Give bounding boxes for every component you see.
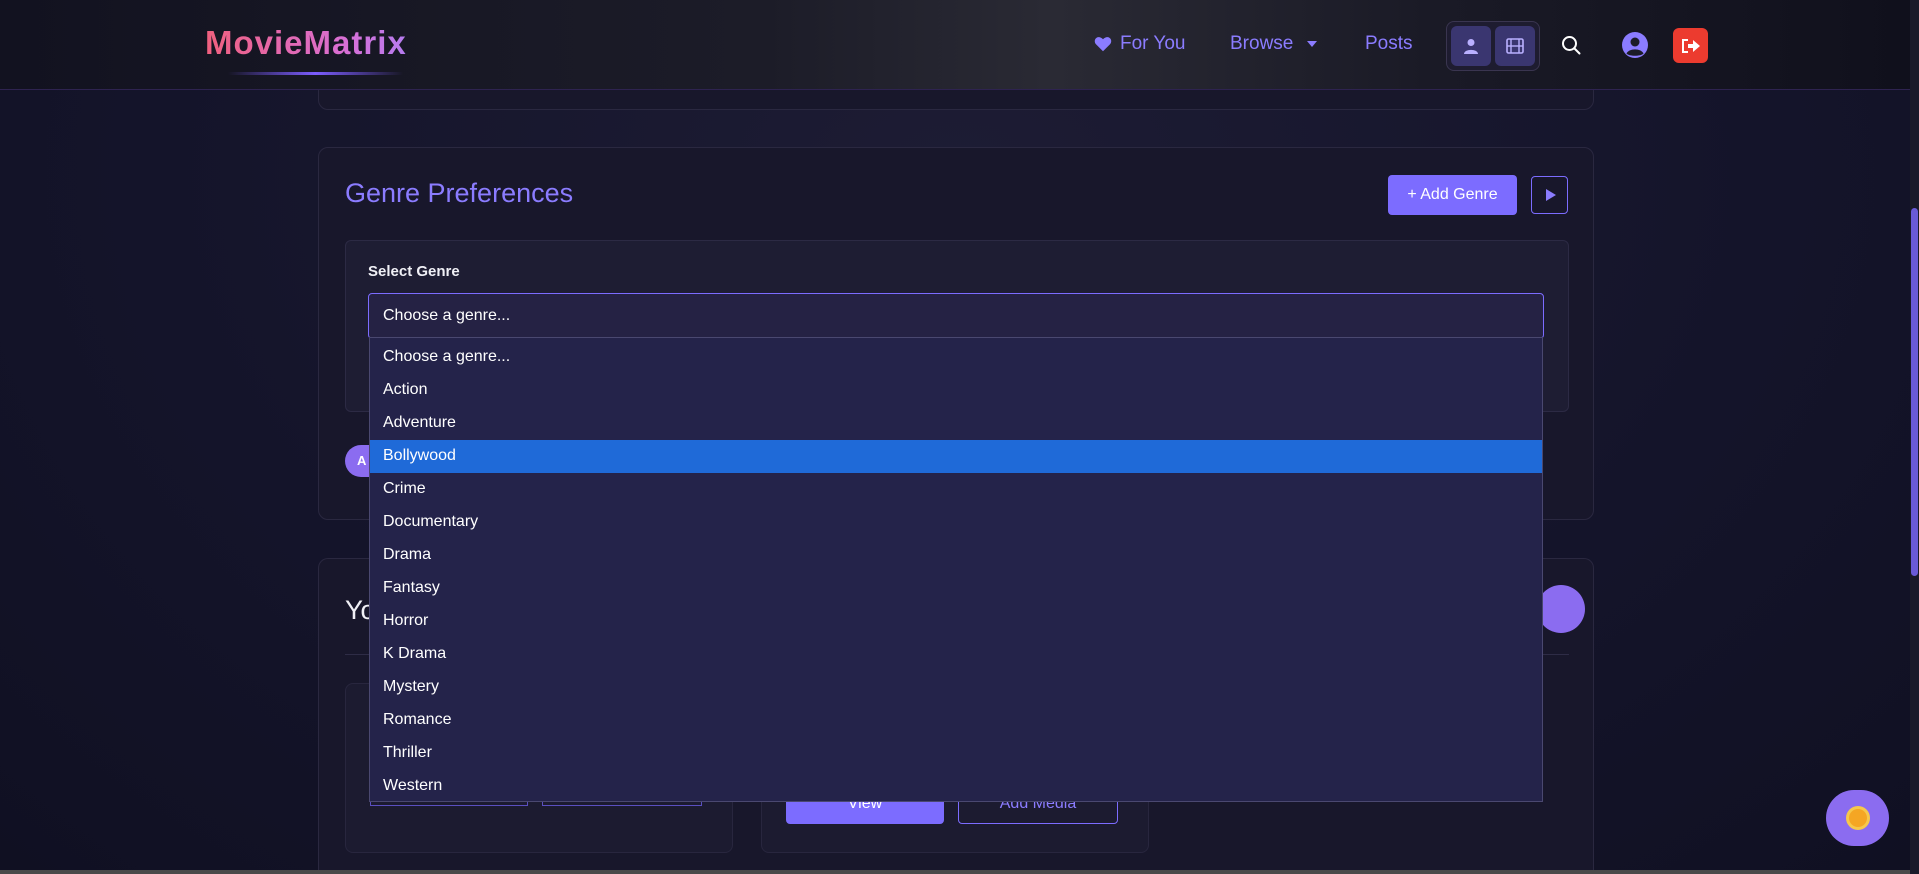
logout-button[interactable]: [1673, 28, 1708, 63]
dropdown-option[interactable]: Horror: [370, 605, 1542, 638]
heart-icon: [1094, 37, 1112, 52]
user-mode-button[interactable]: [1451, 26, 1491, 66]
nav-browse-dropdown[interactable]: Browse: [1230, 33, 1318, 55]
film-mode-button[interactable]: [1495, 26, 1535, 66]
play-button[interactable]: [1531, 176, 1568, 214]
dropdown-option[interactable]: K Drama: [370, 638, 1542, 671]
dropdown-option[interactable]: Choose a genre...: [370, 341, 1542, 374]
film-icon: [1506, 38, 1524, 54]
dropdown-option-highlighted[interactable]: Bollywood: [370, 440, 1542, 473]
nav-for-you-label: For You: [1120, 33, 1186, 54]
nav-posts[interactable]: Posts: [1365, 33, 1413, 55]
profile-button[interactable]: [1620, 30, 1650, 60]
dropdown-option[interactable]: Drama: [370, 539, 1542, 572]
section-title: Genre Preferences: [345, 178, 574, 208]
dropdown-option[interactable]: Romance: [370, 704, 1542, 737]
chevron-down-icon: [1307, 41, 1318, 47]
dropdown-option[interactable]: Adventure: [370, 407, 1542, 440]
site-logo[interactable]: MovieMatrix: [205, 24, 407, 62]
add-genre-button[interactable]: + Add Genre: [1388, 175, 1517, 215]
logo-underline: [228, 72, 403, 75]
bottom-edge: [0, 870, 1910, 874]
sun-icon: [1848, 809, 1867, 827]
dropdown-option[interactable]: Thriller: [370, 737, 1542, 770]
add-list-button[interactable]: [1537, 585, 1585, 633]
nav-posts-label: Posts: [1365, 33, 1413, 54]
nav-browse-label: Browse: [1230, 33, 1294, 54]
select-genre-label: Select Genre: [368, 263, 460, 280]
nav-for-you[interactable]: For You: [1094, 33, 1186, 55]
top-navbar: MovieMatrix For You Browse Posts: [0, 0, 1910, 90]
scrollbar-thumb[interactable]: [1911, 208, 1918, 576]
dropdown-option[interactable]: Mystery: [370, 671, 1542, 704]
user-circle-icon: [1622, 32, 1648, 58]
dropdown-option[interactable]: Action: [370, 374, 1542, 407]
view-mode-toggle: [1446, 21, 1540, 71]
dropdown-option[interactable]: Crime: [370, 473, 1542, 506]
logout-icon: [1681, 38, 1700, 53]
user-icon: [1464, 39, 1478, 54]
dropdown-option[interactable]: Western: [370, 770, 1542, 803]
search-icon: [1562, 36, 1581, 55]
theme-toggle-button[interactable]: [1826, 790, 1889, 846]
genre-dropdown-list: Choose a genre... Action Adventure Bolly…: [369, 337, 1543, 802]
dropdown-option[interactable]: Fantasy: [370, 572, 1542, 605]
play-icon: [1545, 189, 1556, 201]
genre-select[interactable]: Choose a genre...: [368, 293, 1544, 339]
dropdown-option[interactable]: Documentary: [370, 506, 1542, 539]
search-button[interactable]: [1556, 30, 1586, 60]
